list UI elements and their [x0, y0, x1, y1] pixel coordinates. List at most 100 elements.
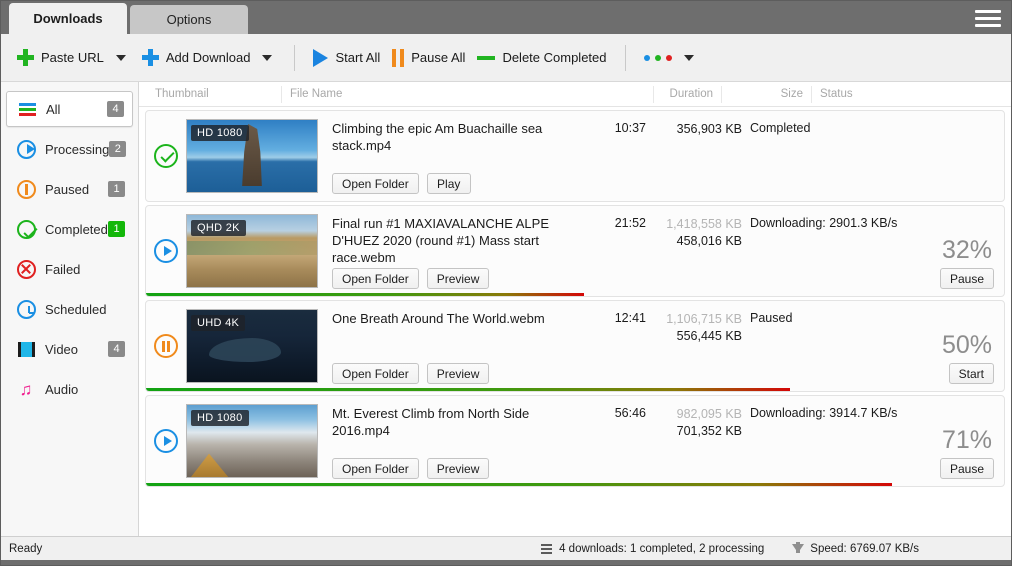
- row-thumbnail[interactable]: HD 1080: [186, 119, 318, 193]
- download-arrow-icon: [792, 544, 804, 553]
- row-percent: 32%: [942, 236, 992, 265]
- start-all-label: Start All: [335, 50, 380, 65]
- preview-button[interactable]: Preview: [427, 363, 490, 384]
- row-thumbnail[interactable]: QHD 2K: [186, 214, 318, 288]
- sidebar-item-label: Paused: [45, 182, 108, 197]
- pause-icon: [392, 49, 404, 67]
- sidebar-item-processing[interactable]: Processing 2: [6, 131, 133, 167]
- row-status-column: Downloading: 3914.7 KB/s 71% Pause: [742, 396, 1004, 486]
- start-button[interactable]: Start: [949, 363, 994, 384]
- more-options-dropdown[interactable]: [678, 41, 700, 75]
- row-thumbnail[interactable]: UHD 4K: [186, 309, 318, 383]
- column-label: Thumbnail: [155, 88, 209, 100]
- open-folder-button[interactable]: Open Folder: [332, 173, 419, 194]
- paste-url-dropdown[interactable]: [110, 41, 132, 75]
- sidebar-item-label: Completed: [45, 222, 108, 237]
- sidebar: All 4 Processing 2 Paused 1: [1, 82, 139, 536]
- status-speed: Speed: 6769.07 KB/s: [792, 543, 919, 555]
- size-downloaded: 458,016 KB: [646, 233, 742, 250]
- sidebar-item-paused[interactable]: Paused 1: [6, 171, 133, 207]
- sidebar-item-failed[interactable]: Failed: [6, 251, 133, 287]
- add-download-label: Add Download: [166, 50, 251, 65]
- sidebar-item-badge: 1: [108, 221, 125, 237]
- sidebar-item-audio[interactable]: ♫ Audio: [6, 371, 133, 407]
- pause-all-button[interactable]: Pause All: [386, 41, 471, 75]
- table-row[interactable]: HD 1080 Climbing the epic Am Buachaille …: [145, 110, 1005, 202]
- hamburger-bar: [975, 17, 1001, 20]
- row-status-text: Downloading: 3914.7 KB/s: [750, 406, 994, 420]
- quality-badge: QHD 2K: [191, 220, 246, 236]
- row-status-text: Completed: [750, 121, 994, 135]
- play-circle-icon: [154, 429, 178, 453]
- three-dots-icon: [644, 55, 672, 61]
- row-buttons: Open Folder Preview: [332, 363, 576, 384]
- size-downloaded: 556,445 KB: [646, 328, 742, 345]
- sidebar-item-label: Audio: [45, 382, 125, 397]
- pause-circle-icon: [16, 179, 36, 199]
- quality-badge: UHD 4K: [191, 315, 245, 331]
- table-row[interactable]: QHD 2K Final run #1 MAXIAVALANCHE ALPE D…: [145, 205, 1005, 297]
- tab-options[interactable]: Options: [130, 5, 248, 34]
- sidebar-item-label: All: [46, 102, 107, 117]
- pause-circle-icon: [154, 334, 178, 358]
- column-label: File Name: [290, 88, 342, 100]
- sidebar-item-scheduled[interactable]: Scheduled: [6, 291, 133, 327]
- quality-badge: HD 1080: [191, 125, 249, 141]
- row-state-toggle[interactable]: [146, 396, 186, 486]
- play-button[interactable]: Play: [427, 173, 471, 194]
- row-buttons: Open Folder Play: [332, 173, 576, 194]
- preview-button[interactable]: Preview: [427, 458, 490, 479]
- column-file-name[interactable]: File Name: [282, 86, 654, 103]
- row-state-toggle[interactable]: [146, 301, 186, 391]
- hamburger-icon[interactable]: [975, 7, 1001, 29]
- toolbar-divider: [294, 45, 295, 71]
- open-folder-button[interactable]: Open Folder: [332, 458, 419, 479]
- paste-url-button[interactable]: Paste URL: [11, 41, 110, 75]
- toolbar-divider: [625, 45, 626, 71]
- row-state-toggle[interactable]: [146, 111, 186, 201]
- column-label: Duration: [670, 88, 713, 100]
- table-row[interactable]: UHD 4K One Breath Around The World.webm …: [145, 300, 1005, 392]
- status-summary: 4 downloads: 1 completed, 2 processing: [541, 543, 764, 555]
- start-all-button[interactable]: Start All: [307, 41, 386, 75]
- add-download-dropdown[interactable]: [256, 41, 278, 75]
- file-name: Mt. Everest Climb from North Side 2016.m…: [332, 405, 576, 439]
- row-state-toggle[interactable]: [146, 206, 186, 296]
- status-ready: Ready: [9, 543, 42, 555]
- open-folder-button[interactable]: Open Folder: [332, 363, 419, 384]
- tab-options-label: Options: [167, 12, 212, 27]
- sidebar-item-badge: 4: [108, 341, 125, 357]
- play-icon: [313, 49, 328, 67]
- film-icon: [16, 339, 36, 359]
- sidebar-item-video[interactable]: Video 4: [6, 331, 133, 367]
- pause-all-label: Pause All: [411, 50, 465, 65]
- row-duration: 10:37: [584, 111, 646, 135]
- tab-downloads[interactable]: Downloads: [9, 3, 127, 34]
- table-row[interactable]: HD 1080 Mt. Everest Climb from North Sid…: [145, 395, 1005, 487]
- row-status-column: Paused 50% Start: [742, 301, 1004, 391]
- sidebar-item-all[interactable]: All 4: [6, 91, 133, 127]
- row-name-column: Climbing the epic Am Buachaille sea stac…: [318, 111, 584, 201]
- add-download-button[interactable]: Add Download: [136, 41, 257, 75]
- pause-button[interactable]: Pause: [940, 458, 994, 479]
- column-thumbnail[interactable]: Thumbnail: [147, 86, 282, 103]
- hamburger-bar: [975, 24, 1001, 27]
- sidebar-item-label: Failed: [45, 262, 125, 277]
- size-total: 356,903 KB: [646, 121, 742, 138]
- column-status[interactable]: Status: [812, 86, 1011, 103]
- delete-completed-label: Delete Completed: [502, 50, 606, 65]
- progress-bar: [146, 388, 790, 391]
- tab-downloads-label: Downloads: [33, 11, 102, 26]
- open-folder-button[interactable]: Open Folder: [332, 268, 419, 289]
- delete-completed-button[interactable]: Delete Completed: [471, 41, 612, 75]
- pause-button[interactable]: Pause: [940, 268, 994, 289]
- column-size[interactable]: Size: [722, 86, 812, 103]
- app-window: Downloads Options Paste URL Add Download: [0, 0, 1012, 566]
- column-duration[interactable]: Duration: [654, 86, 722, 103]
- row-thumbnail[interactable]: HD 1080: [186, 404, 318, 478]
- sidebar-item-completed[interactable]: Completed 1: [6, 211, 133, 247]
- row-status-column: Completed: [742, 111, 1004, 201]
- row-size: 1,418,558 KB 458,016 KB: [646, 206, 742, 250]
- preview-button[interactable]: Preview: [427, 268, 490, 289]
- more-options-button[interactable]: [638, 41, 678, 75]
